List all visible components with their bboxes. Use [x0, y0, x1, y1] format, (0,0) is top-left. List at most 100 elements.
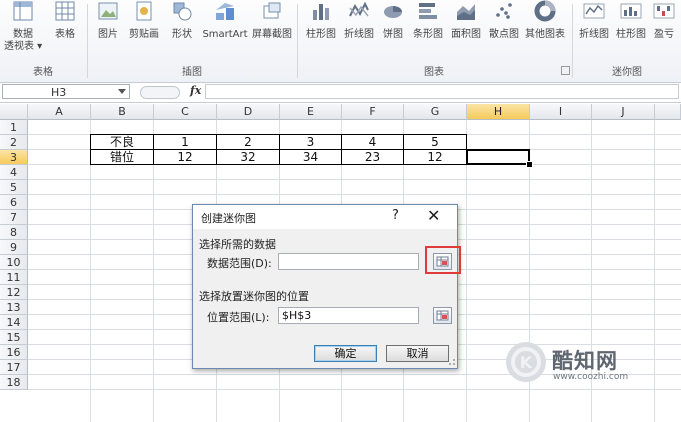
row-header-7[interactable]: 7	[0, 210, 28, 225]
screenshot-button[interactable]: 屏幕截图	[250, 0, 294, 41]
charts-dialog-launcher-icon[interactable]	[561, 66, 570, 75]
row-header-4[interactable]: 4	[0, 165, 28, 180]
column-header-h[interactable]: H	[467, 104, 530, 120]
other-charts-button[interactable]: 其他图表	[522, 0, 568, 41]
row-header-6[interactable]: 6	[0, 195, 28, 210]
group-label-illustrations: 插图	[182, 67, 202, 78]
watermark-name: 酷知网	[552, 349, 618, 373]
row-header-16[interactable]: 16	[0, 345, 28, 360]
picture-button[interactable]: 图片	[93, 0, 123, 41]
cancel-button[interactable]: 取消	[386, 345, 449, 362]
select-all-corner[interactable]	[0, 104, 28, 120]
dialog-titlebar[interactable]: 创建迷你图 ? ✕	[193, 205, 457, 229]
scatter-chart-button[interactable]: 散点图	[485, 0, 523, 41]
active-cell-h3[interactable]	[466, 149, 530, 165]
line-chart-button[interactable]: 折线图	[341, 0, 377, 41]
row-header-2[interactable]: 2	[0, 135, 28, 150]
cell-e2[interactable]: 3	[280, 135, 341, 149]
cell-g3[interactable]: 12	[404, 150, 466, 164]
location-range-collapse-button[interactable]	[433, 307, 452, 324]
row-header-18[interactable]: 18	[0, 375, 28, 390]
cell-b3[interactable]: 错位	[91, 150, 153, 164]
group-label-tables: 表格	[33, 67, 53, 78]
bar-chart-icon	[419, 3, 437, 19]
chevron-down-icon[interactable]	[118, 89, 126, 95]
insert-function-button[interactable]: fx	[190, 84, 201, 97]
shapes-label: 形状	[172, 29, 192, 40]
group-label-sparklines: 迷你图	[612, 67, 642, 78]
row-header-12[interactable]: 12	[0, 285, 28, 300]
sparkline-winloss-button[interactable]: 盈亏	[648, 0, 680, 41]
row-header-9[interactable]: 9	[0, 240, 28, 255]
row-header-15[interactable]: 15	[0, 330, 28, 345]
row-header-14[interactable]: 14	[0, 315, 28, 330]
sparkline-column-icon	[620, 3, 642, 19]
resize-grip-icon[interactable]	[447, 357, 456, 366]
row-header-17[interactable]: 17	[0, 360, 28, 375]
column-header-k[interactable]	[655, 104, 681, 120]
name-box[interactable]: H3	[2, 84, 130, 99]
smartart-button[interactable]: SmartArt	[200, 0, 250, 41]
dialog-title: 创建迷你图	[201, 212, 256, 225]
column-header-b[interactable]: B	[91, 104, 154, 120]
gridline	[654, 120, 655, 422]
pie-chart-label: 饼图	[383, 29, 403, 40]
column-chart-icon	[313, 4, 329, 20]
shapes-button[interactable]: 形状	[165, 0, 199, 41]
clipart-label: 剪贴画	[129, 29, 159, 40]
row-header-10[interactable]: 10	[0, 255, 28, 270]
ok-button[interactable]: 确定	[314, 345, 377, 362]
column-header-g[interactable]: G	[404, 104, 467, 120]
row-header-13[interactable]: 13	[0, 300, 28, 315]
formula-bar-splitter-icon[interactable]	[140, 86, 180, 99]
area-chart-button[interactable]: 面积图	[447, 0, 485, 41]
column-header-j[interactable]: J	[592, 104, 655, 120]
column-header-c[interactable]: C	[154, 104, 217, 120]
group-label-charts: 图表	[424, 67, 444, 78]
column-header-d[interactable]: D	[217, 104, 280, 120]
close-button[interactable]: ✕	[427, 206, 440, 225]
column-header-e[interactable]: E	[280, 104, 342, 120]
cell-g2[interactable]: 5	[404, 135, 466, 149]
column-chart-button[interactable]: 柱形图	[302, 0, 340, 41]
scatter-chart-label: 散点图	[489, 29, 519, 40]
help-button[interactable]: ?	[392, 208, 399, 223]
clipart-button[interactable]: 剪贴画	[125, 0, 163, 41]
smartart-label: SmartArt	[202, 29, 248, 40]
sparkline-winloss-label: 盈亏	[654, 29, 674, 40]
pivot-table-button[interactable]: 数据 透视表 ▾	[4, 0, 42, 53]
formula-input[interactable]	[205, 84, 679, 99]
screenshot-icon	[263, 2, 281, 19]
cell-c2[interactable]: 1	[154, 135, 216, 149]
sparkline-line-button[interactable]: 折线图	[575, 0, 613, 41]
cell-f2[interactable]: 4	[342, 135, 403, 149]
row-header-8[interactable]: 8	[0, 225, 28, 240]
table-button[interactable]: 表格	[48, 0, 82, 41]
row-header-5[interactable]: 5	[0, 180, 28, 195]
location-range-input[interactable]	[278, 307, 419, 324]
area-chart-label: 面积图	[451, 29, 481, 40]
fill-handle[interactable]	[526, 161, 533, 168]
donut-chart-icon	[534, 0, 556, 22]
location-range-label: 位置范围(L):	[207, 311, 270, 324]
watermark-logo-icon: K	[506, 342, 546, 382]
data-range-input[interactable]	[278, 253, 419, 270]
bar-chart-button[interactable]: 条形图	[410, 0, 446, 41]
clipart-icon	[136, 1, 152, 21]
row-header-3[interactable]: 3	[0, 150, 28, 165]
cell-c3[interactable]: 12	[154, 150, 216, 164]
cell-d3[interactable]: 32	[217, 150, 279, 164]
row-header-11[interactable]: 11	[0, 270, 28, 285]
sparkline-line-label: 折线图	[579, 29, 609, 40]
column-header-f[interactable]: F	[342, 104, 404, 120]
sparkline-column-button[interactable]: 柱形图	[614, 0, 648, 41]
pie-chart-button[interactable]: 饼图	[378, 0, 408, 41]
cell-b2[interactable]: 不良	[91, 135, 153, 149]
table-label: 表格	[55, 29, 75, 40]
cell-e3[interactable]: 34	[280, 150, 341, 164]
cell-f3[interactable]: 23	[342, 150, 403, 164]
cell-d2[interactable]: 2	[217, 135, 279, 149]
column-header-i[interactable]: I	[530, 104, 592, 120]
column-header-a[interactable]: A	[28, 104, 91, 120]
row-header-1[interactable]: 1	[0, 120, 28, 135]
